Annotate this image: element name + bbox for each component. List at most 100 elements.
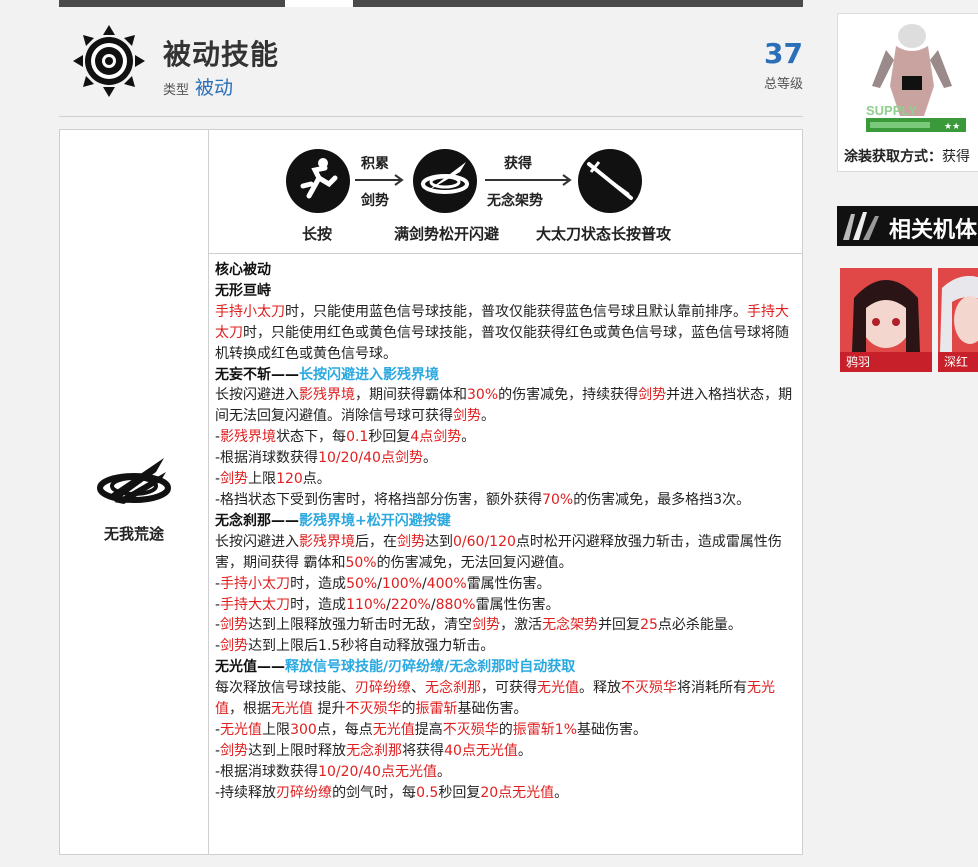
- highlight-term: 无光值: [372, 721, 415, 738]
- highlight-term: 无光值: [220, 721, 263, 738]
- description-text: 。: [554, 784, 569, 801]
- flow-step3-label: 大太刀状态长按普攻: [536, 225, 672, 243]
- description-text: -格挡状态下受到伤害时，将格挡部分伤害，额外获得: [215, 491, 543, 508]
- highlight-term: 220%: [390, 596, 431, 613]
- related-unit-card[interactable]: 鸦羽: [840, 268, 932, 372]
- section-heading: 无光值——: [215, 659, 285, 676]
- skill-name: 无我荒途: [103, 525, 164, 543]
- description-text: 将消耗所有: [677, 680, 747, 697]
- skill-header: 被动技能 类型 被动 37 总等级: [59, 7, 803, 117]
- gear-sun-icon: [73, 25, 145, 97]
- description-line: -手持小太刀时，造成50%/100%/400%雷属性伤害。: [215, 574, 799, 595]
- highlight-term: 110%: [346, 596, 387, 613]
- section-trigger: 长按闪避进入影残界境: [299, 366, 439, 383]
- highlight-term: 剑势: [220, 617, 249, 634]
- top-tab-bar: [59, 0, 803, 7]
- description-text: 提高: [414, 721, 443, 738]
- flow-step2-label: 满剑势松开闪避: [394, 225, 500, 243]
- section-emblem-icon: [843, 212, 879, 240]
- unit-portrait: [938, 268, 978, 352]
- highlight-term: 无光值: [537, 680, 579, 697]
- description-text: 。: [436, 763, 451, 780]
- description-text: 上限: [262, 721, 291, 738]
- description-text: 后，在: [355, 533, 397, 550]
- description-line: -剑势达到上限后1.5秒将自动释放强力斩击。: [215, 636, 799, 657]
- highlight-term: 无念架势: [542, 617, 599, 634]
- highlight-term: 0.5: [416, 784, 439, 801]
- highlight-term: 剑势: [220, 471, 249, 488]
- description-text: 达到上限时释放: [248, 742, 347, 759]
- flow-swirl-icon: [413, 149, 477, 213]
- highlight-term: 400%: [426, 575, 467, 592]
- section-heading: 核心被动: [215, 262, 271, 278]
- description-text: 时，只能使用蓝色信号球技能，普攻仅能获得蓝色信号球且默认靠前排序。: [285, 303, 747, 320]
- type-label: 类型: [163, 83, 190, 98]
- related-units-header: 相关机体: [837, 206, 978, 246]
- description-text: 时，只能使用红色或黄色信号球技能，普攻仅能获得红色或黄色信号球，蓝色信号球将随机…: [215, 324, 789, 362]
- section-heading: 无念刹那——: [215, 512, 299, 529]
- description-text: 。: [517, 742, 532, 759]
- description-line: -根据消球数获得10/20/40点无光值。: [215, 762, 799, 783]
- highlight-term: 不灭殒华: [442, 721, 499, 738]
- description-text: 的剑气时，每: [332, 784, 417, 801]
- description-text: 每次释放信号球技能、: [215, 680, 355, 697]
- type-value-link[interactable]: 被动: [195, 77, 233, 99]
- highlight-term: 剑势: [638, 387, 667, 404]
- description-text: 、: [411, 680, 425, 697]
- highlight-term: 振雷斩1%: [512, 721, 578, 738]
- description-text: 时，造成: [290, 596, 347, 613]
- description-line: -手持大太刀时，造成110%/220%/880%雷属性伤害。: [215, 595, 799, 616]
- flow-arrow2-top: 获得: [504, 156, 532, 172]
- highlight-term: 剑势: [220, 638, 249, 655]
- highlight-term: 0.1: [346, 429, 369, 446]
- active-tab[interactable]: [285, 0, 353, 7]
- arrow-right-icon: [355, 174, 404, 186]
- highlight-term: 不灭殒华: [621, 680, 677, 697]
- description-text: 的伤害减免，无法回复闪避值。: [376, 554, 573, 571]
- description-line: 每次释放信号球技能、刃碎纷缭、无念刹那，可获得无光值。释放不灭殒华将消耗所有无光…: [215, 678, 799, 720]
- description-text: -根据消球数获得: [215, 763, 319, 780]
- description-line: -剑势上限120点。: [215, 469, 799, 490]
- related-units-title: 相关机体: [889, 218, 978, 243]
- highlight-term: 无光值: [271, 701, 313, 718]
- flow-step1-label: 长按: [302, 225, 333, 243]
- section-heading: 无形亘峙: [215, 282, 271, 299]
- description-text: 达到上限后1.5秒将自动释放强力斩击。: [248, 638, 495, 655]
- description-text: 点。: [302, 471, 331, 488]
- unit-portrait: [840, 268, 932, 352]
- section-trigger: 影残界境+松开闪避按键: [299, 512, 451, 529]
- description-line: 无妄不斩——长按闪避进入影残界境: [215, 365, 799, 386]
- page-title: 被动技能: [163, 38, 280, 71]
- description-text: 秒回复: [438, 784, 481, 801]
- supply-text: SUPPLY: [866, 103, 917, 118]
- description-text: -根据消球数获得: [215, 450, 319, 467]
- total-level-value: 37: [764, 37, 803, 70]
- description-text: 。释放: [579, 680, 621, 697]
- highlight-term: 手持小太刀: [215, 303, 285, 320]
- highlight-term: 10/20/40点无光值: [318, 763, 437, 780]
- type-row: 类型 被动: [163, 73, 233, 100]
- skin-acquire-caption: 涂装获取方式：获得: [844, 146, 970, 166]
- description-text: ，激活: [500, 617, 543, 634]
- flow-sword-icon: [578, 149, 642, 213]
- description-text: 长按闪避进入: [215, 387, 299, 404]
- total-level-label: 总等级: [763, 77, 803, 92]
- slash-swirl-icon: [97, 458, 171, 504]
- unit-name: 鸦羽: [840, 352, 932, 372]
- description-line: -持续释放刃碎纷缭的剑气时，每0.5秒回复20点无光值。: [215, 783, 799, 804]
- skin-card[interactable]: SUPPLY ★★ 涂装获取方式：获得: [837, 13, 978, 172]
- section-heading: 无妄不斩——: [215, 366, 299, 383]
- highlight-term: 10/20/40点剑势: [318, 450, 423, 467]
- arrow-right-icon: [485, 174, 572, 186]
- skill-name-cell: 无我荒途: [60, 130, 209, 854]
- description-text: 雷属性伤害。: [475, 596, 560, 613]
- unit-name: 深红之: [938, 352, 978, 372]
- related-unit-card[interactable]: 深红之: [938, 268, 978, 372]
- highlight-term: 0/60/120: [453, 533, 516, 550]
- description-line: 手持小太刀时，只能使用蓝色信号球技能，普攻仅能获得蓝色信号球且默认靠前排序。手持…: [215, 302, 799, 365]
- highlight-term: 刃碎纷缭: [355, 680, 411, 697]
- description-text: 达到上限释放强力斩击时无敌，清空: [248, 617, 473, 634]
- highlight-term: 4点剑势: [410, 429, 462, 446]
- highlight-term: 120: [276, 471, 303, 488]
- skill-description: 核心被动无形亘峙手持小太刀时，只能使用蓝色信号球技能，普攻仅能获得蓝色信号球且默…: [215, 260, 799, 804]
